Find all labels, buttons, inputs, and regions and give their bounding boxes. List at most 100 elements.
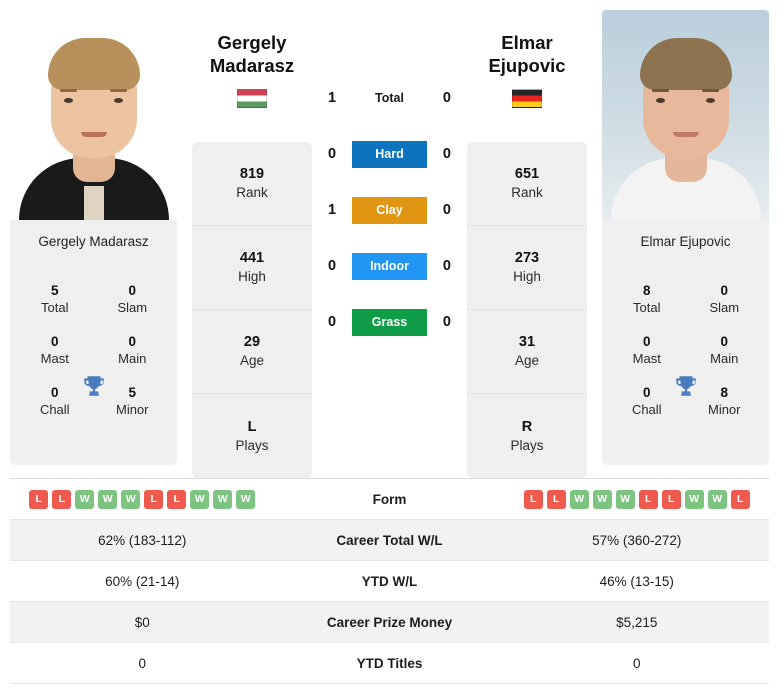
right-titles-total: 8 Total xyxy=(633,283,661,315)
trophy-icon xyxy=(83,376,104,396)
form-badge-loss[interactable]: L xyxy=(144,489,164,509)
form-badge-win[interactable]: W xyxy=(98,489,118,509)
right-rank-cell: 651 Rank xyxy=(467,142,587,226)
left-titles-slam: 0 Slam xyxy=(117,283,148,315)
left-rank-panel: 819 Rank 441 High 29 Age L Plays xyxy=(192,142,312,478)
left-player-card[interactable]: Gergely Madarasz xyxy=(10,10,177,263)
surface-badge-clay[interactable]: Clay xyxy=(352,196,427,224)
comparison-area: Gergely Madarasz 5 Total 0 Slam 0 Mast 0… xyxy=(0,0,779,478)
right-value-cell: 46% (13-15) xyxy=(599,573,674,589)
form-badge-win[interactable]: W xyxy=(236,489,256,509)
form-badge-win[interactable]: W xyxy=(684,489,704,509)
left-inner-column: Gergely Madarasz 819 Rank 441 High 29 Ag… xyxy=(192,10,312,478)
right-player-name-label: Elmar Ejupovic xyxy=(602,220,769,263)
left-titles-mast: 0 Mast xyxy=(40,334,69,366)
right-value-cell: 0 xyxy=(632,655,641,671)
form-badge-loss[interactable]: L xyxy=(523,489,543,509)
surface-badge-grass[interactable]: Grass xyxy=(352,308,427,336)
form-badge-loss[interactable]: L xyxy=(167,489,187,509)
h2h-left-score: 0 xyxy=(328,258,337,274)
h2h-right-score: 0 xyxy=(442,202,451,218)
h2h-row-total: 1 Total 0 xyxy=(312,70,467,126)
form-badge-win[interactable]: W xyxy=(707,489,727,509)
trophy-icon xyxy=(675,376,696,396)
right-plays-cell: R Plays xyxy=(510,418,544,453)
table-row: 60% (21-14) YTD W/L 46% (13-15) xyxy=(10,561,769,602)
left-plays-cell: L Plays xyxy=(235,418,269,453)
form-badge-win[interactable]: W xyxy=(121,489,141,509)
right-titles-main: 0 Main xyxy=(710,334,739,366)
form-badge-win[interactable]: W xyxy=(569,489,589,509)
h2h-right-score: 0 xyxy=(442,90,451,106)
right-form-cell: LLWWWLLWWL xyxy=(505,489,770,509)
right-player-card[interactable]: Elmar Ejupovic xyxy=(602,10,769,263)
left-high-cell: 441 High xyxy=(192,226,312,310)
h2h-left-score: 0 xyxy=(328,146,337,162)
left-value-cell: 62% (183-112) xyxy=(98,532,187,548)
h2h-row-grass: 0 Grass 0 xyxy=(312,294,467,350)
left-player-photo xyxy=(10,10,177,220)
h2h-left-score: 1 xyxy=(328,90,337,106)
form-badge-win[interactable]: W xyxy=(592,489,612,509)
left-value-cell: 0 xyxy=(138,655,146,671)
right-value-cell: 57% (360-272) xyxy=(592,532,682,548)
form-badge-loss[interactable]: L xyxy=(29,489,49,509)
right-value-cell: $5,215 xyxy=(616,614,658,630)
right-titles-slam: 0 Slam xyxy=(709,283,740,315)
h2h-surface-column: 1 Total 0 0 Hard 0 1 Clay 0 0 Indoor 0 0 Grass 0 xyxy=(312,10,467,350)
table-row: 0 YTD Titles 0 xyxy=(10,643,769,684)
h2h-row-clay: 1 Clay 0 xyxy=(312,182,467,238)
h2h-right-score: 0 xyxy=(442,258,451,274)
form-badge-win[interactable]: W xyxy=(75,489,95,509)
right-player-header: Elmar Ejupovic xyxy=(467,10,587,130)
table-row: $0 Career Prize Money $5,215 xyxy=(10,602,769,643)
form-badge-loss[interactable]: L xyxy=(661,489,681,509)
left-titles-panel: 5 Total 0 Slam 0 Mast 0 Main 0 Chall 5 M… xyxy=(10,263,177,465)
table-row-label: YTD W/L xyxy=(361,573,418,589)
left-age-cell: 29 Age xyxy=(192,310,312,394)
h2h-left-score: 1 xyxy=(328,202,337,218)
form-badge-win[interactable]: W xyxy=(615,489,635,509)
table-row: 62% (183-112) Career Total W/L 57% (360-27… xyxy=(10,520,769,561)
form-badge-loss[interactable]: L xyxy=(52,489,72,509)
hungary-flag-icon xyxy=(237,89,267,109)
form-badge-win[interactable]: W xyxy=(190,489,210,509)
left-player-name-label: Gergely Madarasz xyxy=(10,220,177,263)
form-badge-loss[interactable]: L xyxy=(546,489,566,509)
surface-badge-total: Total xyxy=(375,91,404,105)
left-titles-total: 5 Total xyxy=(41,283,69,315)
left-player-column: Gergely Madarasz 5 Total 0 Slam 0 Mast 0… xyxy=(10,10,177,465)
germany-flag-icon xyxy=(512,89,542,109)
surface-badge-hard[interactable]: Hard xyxy=(352,140,427,168)
left-value-cell: 60% (21-14) xyxy=(105,573,180,589)
left-titles-main: 0 Main xyxy=(118,334,147,366)
right-rank-panel: 651 Rank 273 High 31 Age R Plays xyxy=(467,142,587,478)
table-row-label: YTD Titles xyxy=(356,655,423,671)
right-titles-panel: 8 Total 0 Slam 0 Mast 0 Main 0 Chall 8 M… xyxy=(602,263,769,465)
table-row-label: Career Prize Money xyxy=(326,614,453,630)
left-rank-cell: 819 Rank xyxy=(192,142,312,226)
h2h-right-score: 0 xyxy=(442,314,451,330)
table-row-label: Form xyxy=(372,491,407,507)
left-value-cell: $0 xyxy=(134,614,150,630)
right-player-column: Elmar Ejupovic 8 Total 0 Slam 0 Mast 0 M… xyxy=(602,10,769,465)
h2h-row-indoor: 0 Indoor 0 xyxy=(312,238,467,294)
left-form-cell: LLWWWLLWWW xyxy=(10,489,275,509)
form-badge-loss[interactable]: L xyxy=(638,489,658,509)
left-player-header: Gergely Madarasz xyxy=(192,10,312,130)
player-comparison-page: Gergely Madarasz 5 Total 0 Slam 0 Mast 0… xyxy=(0,0,779,699)
form-badge-loss[interactable]: L xyxy=(730,489,750,509)
right-player-photo xyxy=(602,10,769,220)
surface-badge-indoor[interactable]: Indoor xyxy=(352,252,427,280)
h2h-right-score: 0 xyxy=(442,146,451,162)
right-age-cell: 31 Age xyxy=(467,310,587,394)
right-titles-mast: 0 Mast xyxy=(632,334,661,366)
right-inner-column: Elmar Ejupovic 651 Rank 273 High 31 Age xyxy=(467,10,587,478)
h2h-row-hard: 0 Hard 0 xyxy=(312,126,467,182)
right-high-cell: 273 High xyxy=(467,226,587,310)
table-row-form: L L W W W L L W W W Form L L W W W L L W W L xyxy=(10,479,769,520)
h2h-left-score: 0 xyxy=(328,314,337,330)
stats-table: L L W W W L L W W W Form L L W W W L L W W L 62% (183-112) Car… xyxy=(10,478,769,684)
form-badge-win[interactable]: W xyxy=(213,489,233,509)
table-row-label: Career Total W/L xyxy=(336,532,443,548)
